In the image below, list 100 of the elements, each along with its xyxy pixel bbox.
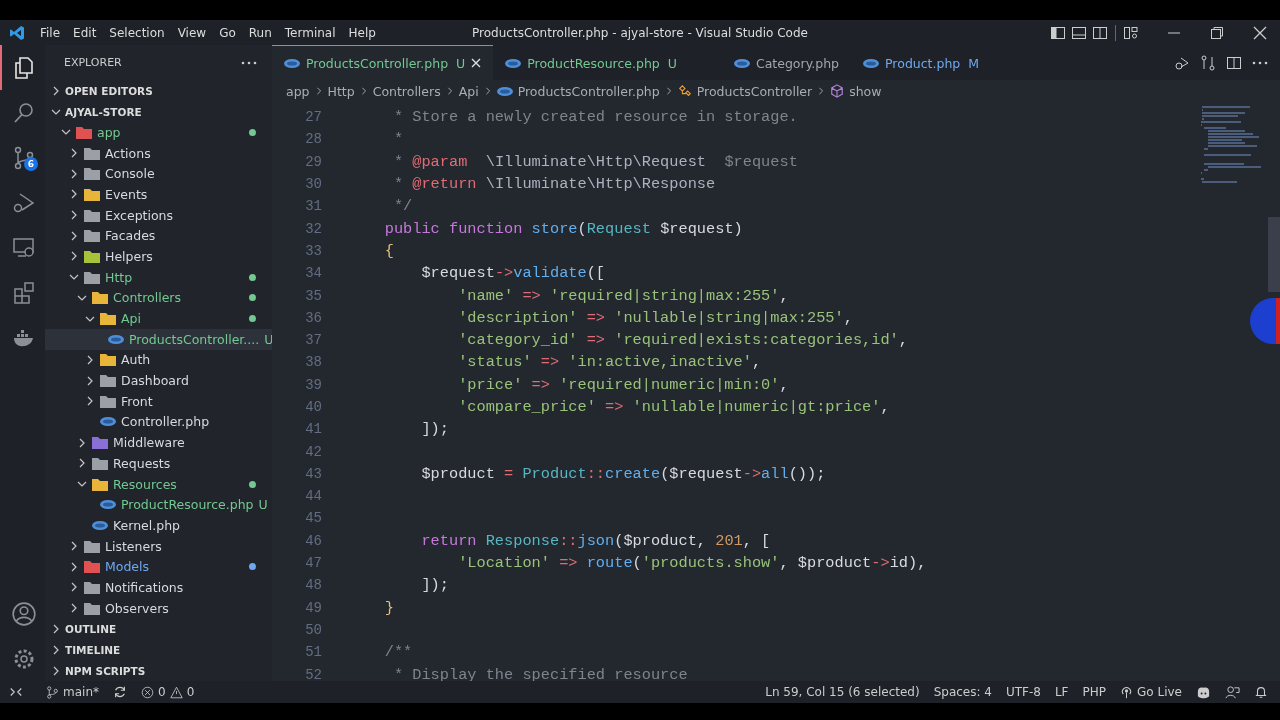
editor-tab[interactable]: ProductResource.php U [493, 45, 689, 80]
status-item[interactable]: UTF-8 [1005, 685, 1041, 699]
line-number: 30 [304, 176, 322, 193]
close-icon[interactable] [471, 58, 482, 68]
section-header[interactable]: OPEN EDITORS [45, 80, 272, 101]
tree-row[interactable]: Middleware [45, 432, 272, 453]
breadcrumb-item[interactable]: ProductsController.php [517, 83, 660, 99]
tree-row[interactable]: Controllers [45, 287, 272, 309]
tree-row[interactable]: Controller.php [45, 411, 272, 433]
layout-icon[interactable] [1123, 24, 1139, 41]
code-line: public function store(Request $request) [383, 219, 743, 238]
line-number: 43 [304, 465, 322, 482]
item-label: Console [105, 166, 156, 182]
tree-row[interactable]: Events [45, 184, 272, 205]
editor-tab[interactable]: ProductsController.php U [272, 45, 494, 80]
compare-changes-icon[interactable] [1200, 54, 1216, 71]
tree-row[interactable]: Auth [45, 349, 272, 371]
scrollbar-thumb[interactable] [1268, 217, 1280, 292]
breadcrumb-item[interactable]: ProductsController [696, 83, 813, 99]
section-label: AJYAL-STORE [65, 105, 142, 118]
sidebar-title: EXPLORER [64, 56, 122, 69]
menu-item[interactable]: Terminal [284, 25, 336, 40]
breadcrumb-item[interactable]: app [286, 83, 310, 99]
section-header[interactable]: NPM SCRIPTS [45, 660, 272, 681]
breadcrumb-item[interactable]: Http [327, 83, 355, 99]
status-item[interactable]: Spaces: 4 [933, 685, 992, 699]
line-number: 45 [304, 510, 322, 527]
toggle-sidebar-icon[interactable] [1050, 24, 1066, 41]
line-number: 46 [304, 532, 322, 549]
item-label: Events [105, 186, 149, 202]
more-icon[interactable] [241, 60, 257, 65]
tree-row[interactable]: ProductResource.php U [45, 494, 272, 516]
line-number: 31 [304, 198, 322, 215]
tree-row[interactable]: Api [45, 308, 272, 329]
menu-item[interactable]: View [177, 25, 207, 40]
tree-row[interactable]: Listeners [45, 535, 272, 557]
line-number: 48 [304, 577, 322, 594]
menu-item[interactable]: Run [248, 25, 272, 40]
breadcrumb-item[interactable]: Api [458, 83, 479, 99]
tree-row[interactable]: Requests [45, 453, 272, 474]
code-line: * @return \Illuminate\Http\Response [392, 175, 716, 194]
tree-row[interactable]: Helpers [45, 246, 272, 267]
menu-item[interactable]: Selection [109, 25, 165, 40]
breadcrumb-item[interactable]: show [849, 83, 882, 99]
problems-button[interactable]: 0 0 [141, 685, 195, 699]
code-line: 'compare_price' => 'nullable|numeric|gt:price', [457, 398, 890, 416]
tree-row[interactable]: Facades [45, 225, 272, 247]
tree-row[interactable]: ProductsController.... U [45, 328, 272, 350]
editor-tab[interactable]: Category.php [688, 45, 852, 80]
tree-row[interactable]: app [45, 122, 272, 143]
broadcast-icon [1120, 685, 1134, 699]
tree-row[interactable]: Front [45, 390, 272, 412]
status-item[interactable]: Ln 59, Col 15 (6 selected) [765, 685, 920, 699]
tree-row[interactable]: Exceptions [45, 204, 272, 226]
activity-item[interactable]: 6 [0, 135, 45, 180]
branch-button[interactable]: main* [46, 685, 99, 699]
line-number: 44 [304, 488, 322, 505]
sync-icon[interactable] [113, 685, 127, 699]
tree-row[interactable]: Http [45, 266, 272, 288]
tree-row[interactable]: Notifications [45, 577, 272, 598]
tree-row[interactable]: Models [45, 556, 272, 578]
code-line: 'price' => 'required|numeric|min:0', [457, 375, 789, 394]
more-icon[interactable] [1252, 60, 1268, 65]
status-item[interactable]: PHP [1082, 685, 1107, 699]
code-line: } [383, 598, 394, 617]
tree-row[interactable]: Actions [45, 142, 272, 164]
menu-item[interactable]: Go [219, 25, 236, 40]
section-header[interactable]: OUTLINE [45, 618, 272, 640]
close-icon[interactable] [1252, 24, 1268, 41]
item-label: Actions [105, 145, 152, 161]
menu-item[interactable]: Help [348, 25, 376, 40]
section-header[interactable]: AJYAL-STORE [45, 101, 272, 122]
split-layout-icon[interactable] [1092, 24, 1108, 41]
tree-row[interactable]: Console [45, 163, 272, 185]
status-item[interactable]: LF [1054, 685, 1069, 699]
tree-row[interactable]: Resources [45, 473, 272, 495]
editor-tab[interactable]: Product.php M [851, 45, 1002, 80]
menu-item[interactable]: Edit [73, 25, 97, 40]
code-line: $product = Product::create($request->all()); [420, 464, 826, 483]
menu-item[interactable]: File [40, 25, 61, 40]
restore-icon[interactable] [1209, 24, 1225, 41]
line-number: 27 [304, 109, 322, 126]
split-editor-icon[interactable] [1226, 54, 1242, 71]
line-number: 42 [304, 443, 322, 460]
line-number: 50 [304, 621, 322, 638]
line-number: 38 [304, 354, 322, 371]
bell-icon[interactable] [1254, 685, 1268, 699]
feedback-icon[interactable] [1225, 684, 1240, 700]
go-live-button[interactable]: Go Live [1120, 685, 1182, 699]
item-label: Middleware [113, 435, 186, 451]
toggle-panel-icon[interactable] [1071, 24, 1087, 41]
chevron-right-icon [359, 87, 368, 95]
section-header[interactable]: TIMELINE [45, 639, 272, 661]
code-line: 'Location' => route('products.show', $product->id), [457, 554, 927, 573]
tree-row[interactable]: Kernel.php [45, 515, 272, 536]
breadcrumb-item[interactable]: Controllers [372, 83, 441, 99]
item-label: Resources [113, 476, 178, 492]
tree-row[interactable]: Observers [45, 597, 272, 619]
chevron-right-icon [664, 87, 673, 95]
tree-row[interactable]: Dashboard [45, 370, 272, 391]
